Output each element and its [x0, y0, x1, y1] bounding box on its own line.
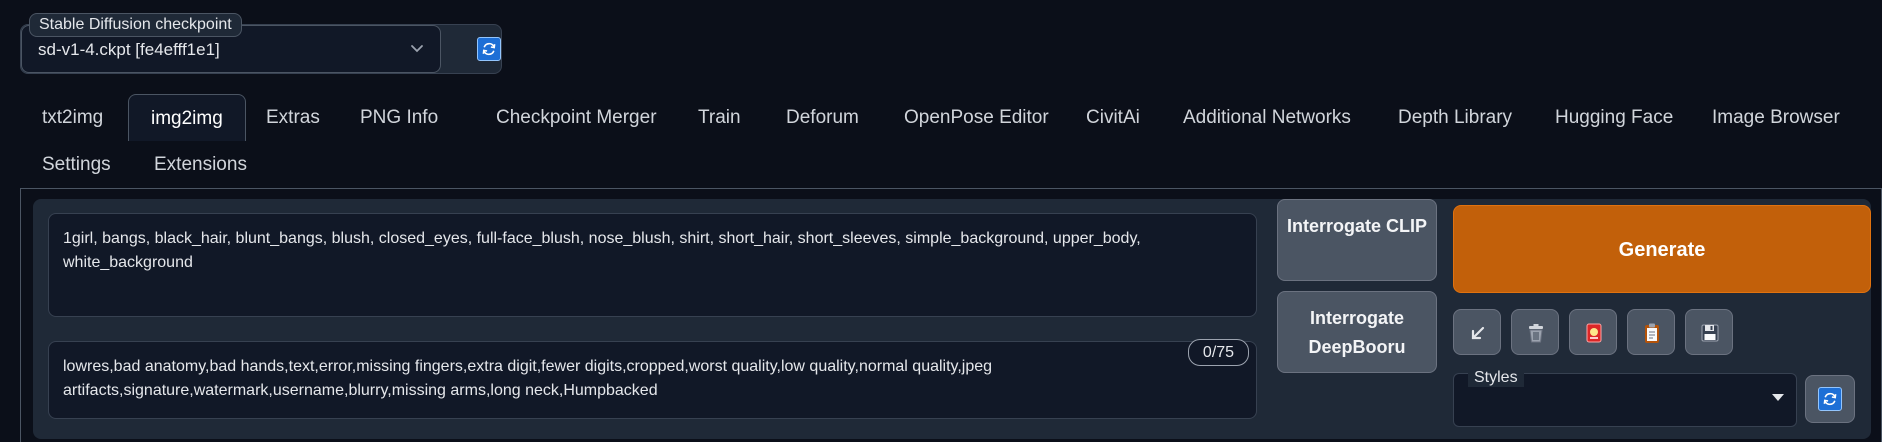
checkpoint-container: sd-v1-4.ckpt [fe4efff1e1] Stable Diffusi…: [20, 13, 502, 74]
negative-prompt-textarea[interactable]: lowres,bad anatomy,bad hands,text,error,…: [48, 341, 1257, 419]
refresh-icon: [1823, 392, 1837, 406]
prompt-textarea[interactable]: 1girl, bangs, black_hair, blunt_bangs, b…: [48, 213, 1257, 317]
read-params-button[interactable]: [1453, 309, 1501, 355]
tab-openpose-editor[interactable]: OpenPose Editor: [882, 94, 1071, 141]
token-counter: 0/75: [1188, 339, 1249, 366]
trash-icon: [1529, 324, 1543, 343]
save-style-button[interactable]: [1685, 309, 1733, 355]
refresh-icon: [482, 42, 496, 56]
red-card-icon: [1586, 323, 1602, 343]
tab-civitai[interactable]: CivitAi: [1064, 94, 1162, 141]
tab-depth-library[interactable]: Depth Library: [1376, 94, 1534, 141]
tab-settings[interactable]: Settings: [20, 141, 133, 188]
checkpoint-refresh-button[interactable]: [477, 37, 501, 61]
prompt-toprow: 1girl, bangs, black_hair, blunt_bangs, b…: [33, 199, 1871, 439]
show-extra-networks-button[interactable]: [1569, 309, 1617, 355]
generate-button[interactable]: Generate: [1453, 205, 1871, 293]
styles-refresh-icon-box: [1818, 387, 1842, 411]
tab-checkpoint-merger[interactable]: Checkpoint Merger: [474, 94, 679, 141]
clear-prompt-button[interactable]: [1511, 309, 1559, 355]
styles-refresh-button[interactable]: [1805, 375, 1855, 423]
tab-train[interactable]: Train: [676, 94, 763, 141]
styles-dropdown[interactable]: Styles: [1453, 369, 1797, 427]
chevron-down-icon: [411, 45, 423, 53]
tab-txt2img[interactable]: txt2img: [20, 94, 125, 141]
tab-extras[interactable]: Extras: [244, 94, 342, 141]
img2img-panel: 1girl, bangs, black_hair, blunt_bangs, b…: [20, 188, 1882, 442]
tab-hugging-face[interactable]: Hugging Face: [1533, 94, 1695, 141]
caret-down-icon: [1772, 394, 1784, 401]
checkpoint-label: Stable Diffusion checkpoint: [29, 13, 242, 37]
tab-extensions[interactable]: Extensions: [132, 141, 269, 188]
arrow-down-left-icon: [1471, 326, 1485, 340]
tab-img2img[interactable]: img2img: [128, 94, 246, 141]
tab-deforum[interactable]: Deforum: [764, 94, 881, 141]
tab-image-browser[interactable]: Image Browser: [1690, 94, 1862, 141]
tab-additional-networks[interactable]: Additional Networks: [1161, 94, 1373, 141]
clipboard-icon: [1645, 323, 1659, 343]
floppy-disk-icon: [1701, 324, 1719, 342]
interrogate-deepbooru-button[interactable]: Interrogate DeepBooru: [1277, 291, 1437, 373]
checkpoint-value: sd-v1-4.ckpt [fe4efff1e1]: [38, 40, 220, 59]
interrogate-clip-button[interactable]: Interrogate CLIP: [1277, 199, 1437, 281]
apply-style-button[interactable]: [1627, 309, 1675, 355]
tab-png-info[interactable]: PNG Info: [338, 94, 460, 141]
styles-label: Styles: [1468, 369, 1524, 387]
